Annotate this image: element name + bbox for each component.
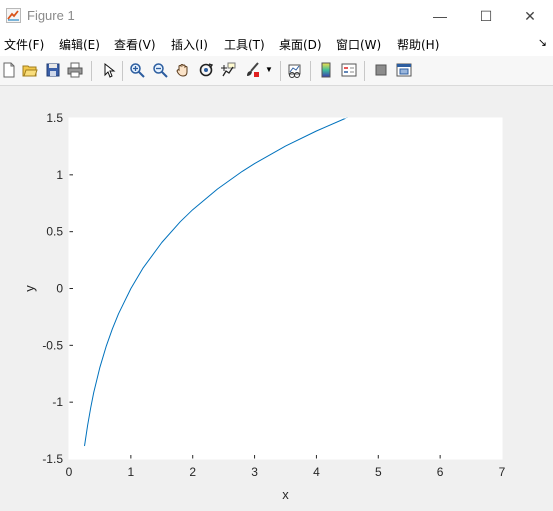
toolbar-separator xyxy=(280,61,281,81)
y-axis-label: y xyxy=(22,285,37,292)
menu-view[interactable]: 查看(V) xyxy=(114,36,156,53)
brush-icon[interactable] xyxy=(243,61,261,79)
x-tick-label: 3 xyxy=(251,465,258,479)
toolbar-separator xyxy=(91,61,92,81)
menu-bar: 文件(F) 编辑(E) 查看(V) 插入(I) 工具(T) 桌面(D) 窗口(W… xyxy=(0,32,553,56)
y-tick-label: 1 xyxy=(56,168,63,182)
pan-hand-icon[interactable] xyxy=(174,61,192,79)
x-tick-label: 4 xyxy=(313,465,320,479)
menu-tools[interactable]: 工具(T) xyxy=(224,36,265,53)
minimize-icon: — xyxy=(433,8,447,24)
y-tick-label: -1.5 xyxy=(42,452,63,466)
window-title: Figure 1 xyxy=(27,8,75,23)
menu-insert[interactable]: 插入(I) xyxy=(171,36,208,53)
colorbar-icon[interactable] xyxy=(317,61,335,79)
close-button[interactable]: ✕ xyxy=(507,0,553,32)
toolbar-separator xyxy=(310,61,311,81)
brush-dropdown-icon[interactable]: ▼ xyxy=(265,65,273,74)
menu-file[interactable]: 文件(F) xyxy=(4,36,44,53)
menu-desktop[interactable]: 桌面(D) xyxy=(279,36,322,53)
x-tick-label: 6 xyxy=(437,465,444,479)
x-tick-label: 7 xyxy=(499,465,506,479)
menu-edit[interactable]: 编辑(E) xyxy=(59,36,100,53)
y-tick-label: 1.5 xyxy=(46,111,63,125)
link-plot-icon[interactable] xyxy=(286,61,304,79)
y-tick-label: 0.5 xyxy=(46,225,63,239)
line-plot[interactable]: 0 1 2 3 4 5 6 7 1.5 1 0.5 0 -0.5 -1 -1.5 x y xyxy=(0,86,553,506)
menu-help[interactable]: 帮助(H) xyxy=(397,36,439,53)
x-tick-label: 2 xyxy=(189,465,196,479)
title-bar: Figure 1 — ☐ ✕ xyxy=(0,0,553,32)
save-icon[interactable] xyxy=(44,61,62,79)
toolbar-separator xyxy=(122,61,123,81)
axes-background xyxy=(69,118,502,459)
close-icon: ✕ xyxy=(524,7,536,24)
zoom-in-icon[interactable] xyxy=(128,61,146,79)
x-tick-label: 0 xyxy=(66,465,73,479)
minimize-button[interactable]: — xyxy=(417,0,463,32)
y-tick-label: 0 xyxy=(56,282,63,296)
y-tick-label: -1 xyxy=(52,395,63,409)
menu-window[interactable]: 窗口(W) xyxy=(336,36,381,53)
open-file-icon[interactable] xyxy=(21,61,39,79)
y-tick-label: -0.5 xyxy=(42,338,63,352)
x-axis-label: x xyxy=(282,487,289,502)
figure-canvas[interactable]: 0 1 2 3 4 5 6 7 1.5 1 0.5 0 -0.5 -1 -1.5 x y xyxy=(0,86,553,506)
x-tick-label: 5 xyxy=(375,465,382,479)
toolbar-separator xyxy=(364,61,365,81)
print-icon[interactable] xyxy=(66,61,84,79)
x-tick-label: 1 xyxy=(128,465,135,479)
rotate-3d-icon[interactable] xyxy=(197,61,215,79)
show-plot-tools-icon[interactable] xyxy=(395,61,413,79)
edit-plot-arrow-icon[interactable] xyxy=(99,61,117,79)
data-cursor-icon[interactable] xyxy=(219,61,237,79)
maximize-button[interactable]: ☐ xyxy=(463,0,509,32)
maximize-icon: ☐ xyxy=(479,7,493,24)
new-figure-icon[interactable] xyxy=(0,61,18,79)
legend-icon[interactable] xyxy=(340,61,358,79)
figure-toolbar: ▼ xyxy=(0,56,553,86)
zoom-out-icon[interactable] xyxy=(151,61,169,79)
menu-overflow-icon[interactable]: ↘ xyxy=(538,36,547,49)
matlab-figure-icon xyxy=(6,8,21,23)
hide-plot-tools-icon[interactable] xyxy=(372,61,390,79)
